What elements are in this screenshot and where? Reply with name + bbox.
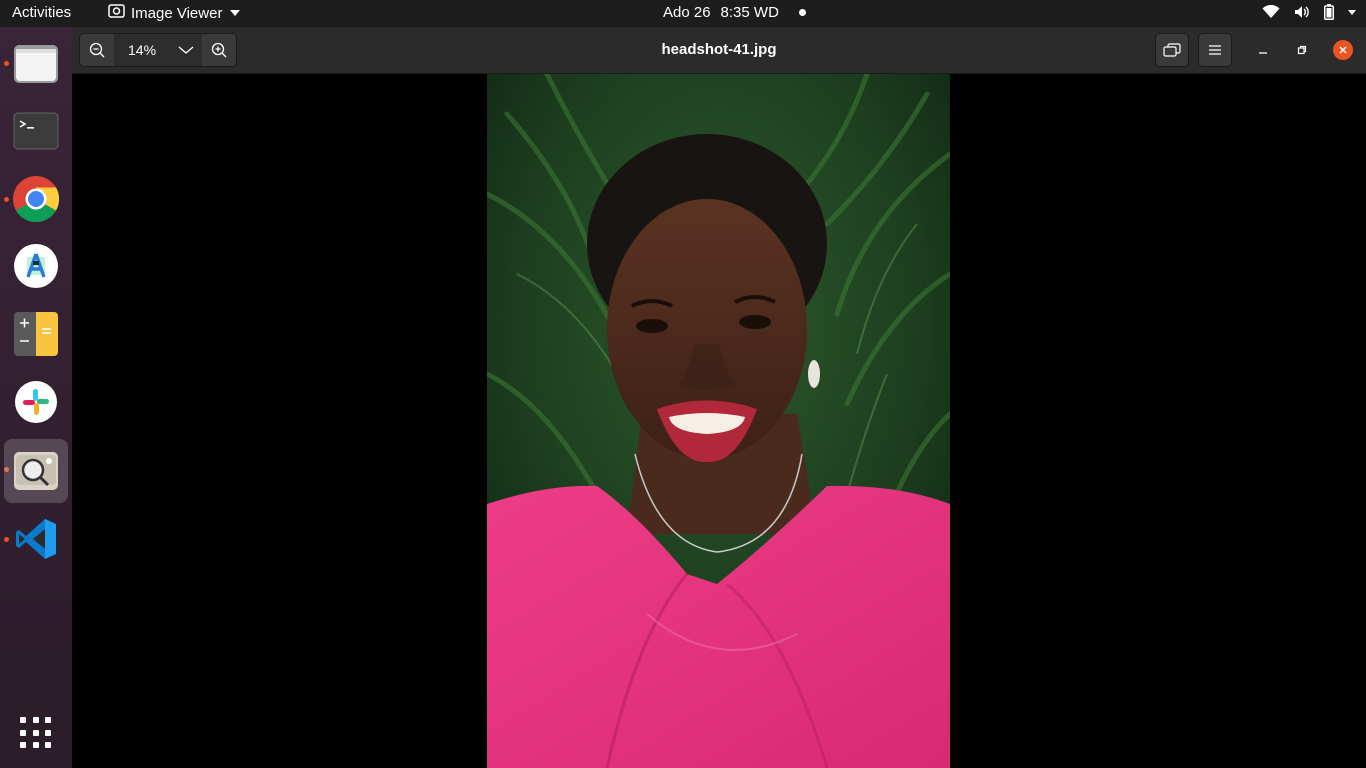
dock-item-chrome[interactable] xyxy=(4,167,68,231)
image-viewer-icon xyxy=(14,452,58,490)
hamburger-icon xyxy=(1209,45,1221,55)
vscode-icon xyxy=(16,519,56,559)
wifi-icon xyxy=(1262,5,1280,19)
android-studio-icon xyxy=(14,244,58,288)
app-menu[interactable]: Image Viewer xyxy=(108,4,241,22)
dock-item-vscode[interactable] xyxy=(4,507,68,571)
chrome-icon xyxy=(13,176,60,223)
dock-item-android-studio[interactable] xyxy=(4,234,68,298)
gallery-icon xyxy=(1163,43,1181,57)
folder-icon xyxy=(14,45,58,83)
caret-down-icon xyxy=(230,10,241,16)
top-bar: Activities Image Viewer Ado 26 8:35 WD xyxy=(0,0,1366,27)
dock-item-terminal[interactable] xyxy=(4,99,68,163)
system-menu-caret-icon xyxy=(1348,9,1356,15)
clock[interactable]: Ado 26 8:35 WD xyxy=(663,4,806,21)
minimize-icon xyxy=(1259,52,1267,54)
dock-item-calculator[interactable] xyxy=(4,302,68,366)
image-canvas[interactable] xyxy=(72,74,1366,768)
close-button[interactable] xyxy=(1333,40,1353,60)
dock-item-slack[interactable] xyxy=(4,370,68,434)
dock-item-files[interactable] xyxy=(4,31,68,95)
close-icon xyxy=(1339,46,1347,54)
clock-date: Ado 26 xyxy=(663,4,711,21)
clock-time: 8:35 WD xyxy=(720,4,779,21)
header-bar: 14% headshot-41.jpg xyxy=(72,27,1366,74)
image-viewer-window: 14% headshot-41.jpg xyxy=(72,27,1366,768)
system-tray[interactable] xyxy=(1262,4,1356,20)
notification-dot-icon xyxy=(798,9,806,16)
terminal-icon xyxy=(13,112,59,150)
apps-grid-icon[interactable] xyxy=(20,717,52,749)
battery-icon xyxy=(1324,4,1334,20)
gallery-button[interactable] xyxy=(1155,33,1189,67)
dock-item-image-viewer[interactable] xyxy=(4,439,68,503)
dock xyxy=(0,27,72,768)
volume-icon xyxy=(1294,5,1310,19)
image-viewer-small-icon xyxy=(108,4,125,22)
headshot-photo xyxy=(487,74,950,768)
calculator-icon xyxy=(14,312,58,356)
main-menu-button[interactable] xyxy=(1198,33,1232,67)
slack-icon xyxy=(15,381,57,423)
maximize-button[interactable] xyxy=(1292,40,1312,60)
activities-button[interactable]: Activities xyxy=(12,4,71,21)
restore-icon xyxy=(1297,45,1307,55)
minimize-button[interactable] xyxy=(1253,40,1273,60)
app-menu-label: Image Viewer xyxy=(131,4,223,22)
